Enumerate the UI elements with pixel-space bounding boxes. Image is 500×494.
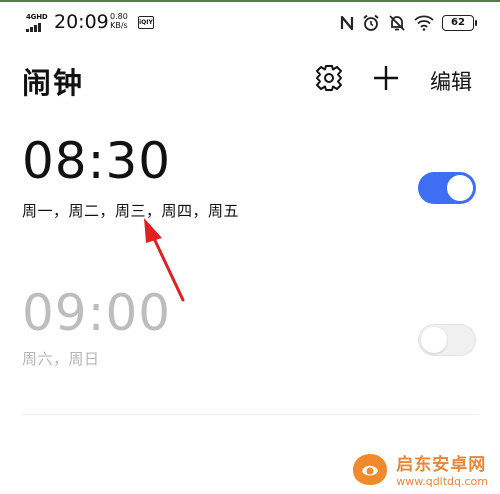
- list-divider: [22, 414, 478, 415]
- alarm-item[interactable]: 08:30 周一，周二，周三，周四，周五: [0, 132, 500, 252]
- page-title: 闹钟: [22, 66, 85, 100]
- toggle-knob: [447, 175, 473, 201]
- edit-button[interactable]: 编辑: [430, 66, 472, 96]
- cellular-signal-icon: 4GHD: [26, 13, 50, 36]
- alarm-repeat-days: 周六，周日: [22, 350, 100, 368]
- silent-bell-icon: [389, 15, 405, 31]
- add-alarm-button[interactable]: [371, 63, 401, 97]
- status-bar: 4GHD 20:09 0.80 KB/s iQIY 62: [0, 2, 500, 42]
- network-speed-unit: KB/s: [110, 21, 128, 30]
- toggle-knob: [421, 327, 447, 353]
- status-time: 20:09: [54, 11, 109, 33]
- alarm-time: 09:00: [22, 284, 172, 342]
- alarm-clock-icon: [363, 14, 379, 31]
- watermark-url: www.qdltdq.com: [396, 475, 488, 488]
- network-type-label: 4GHD: [26, 13, 48, 21]
- battery-icon: 62: [442, 15, 477, 31]
- alarm-time: 08:30: [22, 132, 172, 190]
- wifi-icon: [414, 15, 434, 31]
- alarm-repeat-days: 周一，周二，周三，周四，周五: [22, 202, 240, 220]
- alarm-item[interactable]: 09:00 周六，周日: [0, 282, 500, 392]
- plus-icon: [374, 66, 398, 90]
- app-notification-icon: iQIY: [138, 16, 154, 29]
- watermark-logo-icon: [353, 454, 388, 485]
- watermark: 启东安卓网 www.qdltdq.com: [350, 450, 488, 488]
- nfc-icon: [340, 15, 354, 31]
- alarm-toggle[interactable]: [418, 172, 476, 204]
- gear-icon: [316, 65, 342, 91]
- settings-button[interactable]: [314, 63, 344, 97]
- network-speed: 0.80 KB/s: [110, 12, 128, 30]
- network-speed-value: 0.80: [110, 12, 128, 21]
- alarm-toggle[interactable]: [418, 324, 476, 356]
- watermark-name: 启东安卓网: [396, 455, 487, 475]
